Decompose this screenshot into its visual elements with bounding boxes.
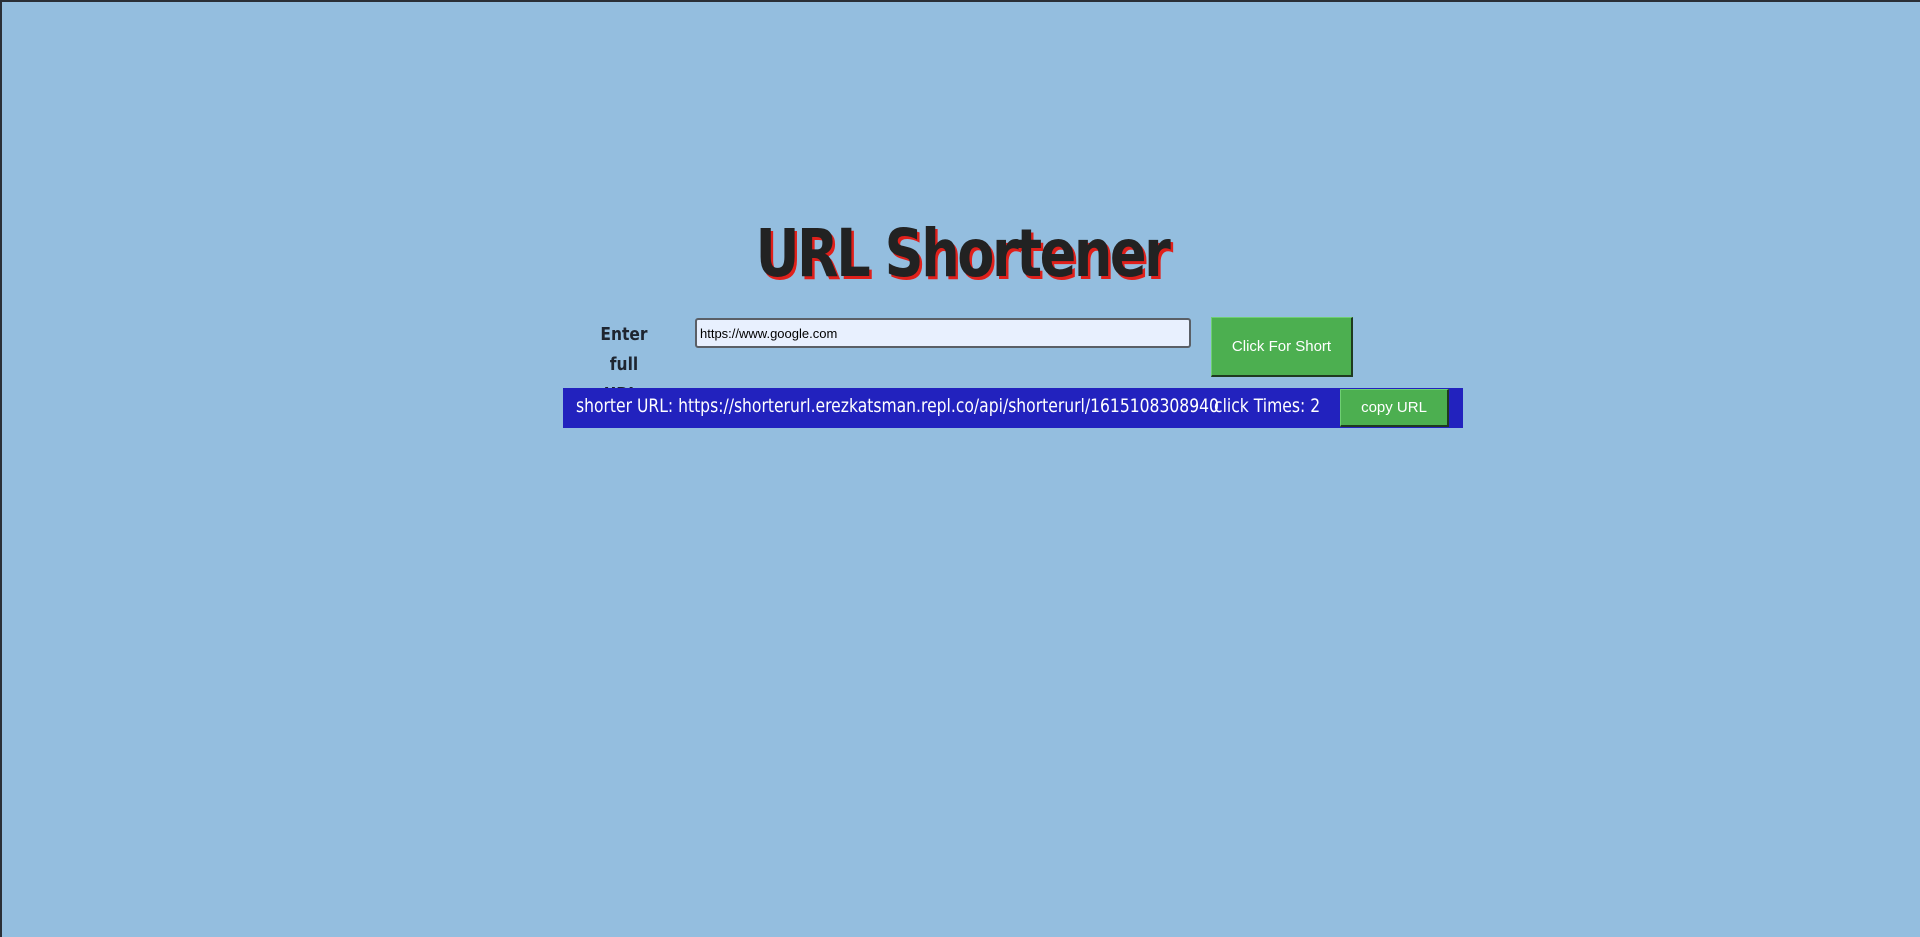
click-for-short-button[interactable]: Click For Short	[1211, 317, 1353, 377]
full-url-input[interactable]	[695, 318, 1191, 348]
click-times-text: click Times: 2	[1214, 395, 1321, 417]
result-bar: shorter URL: https://shorterurl.erezkats…	[563, 388, 1463, 428]
page-title: URL Shortener	[755, 215, 1171, 292]
copy-url-button[interactable]: copy URL	[1340, 389, 1449, 427]
shorter-url-text: shorter URL: https://shorterurl.erezkats…	[576, 395, 1219, 417]
